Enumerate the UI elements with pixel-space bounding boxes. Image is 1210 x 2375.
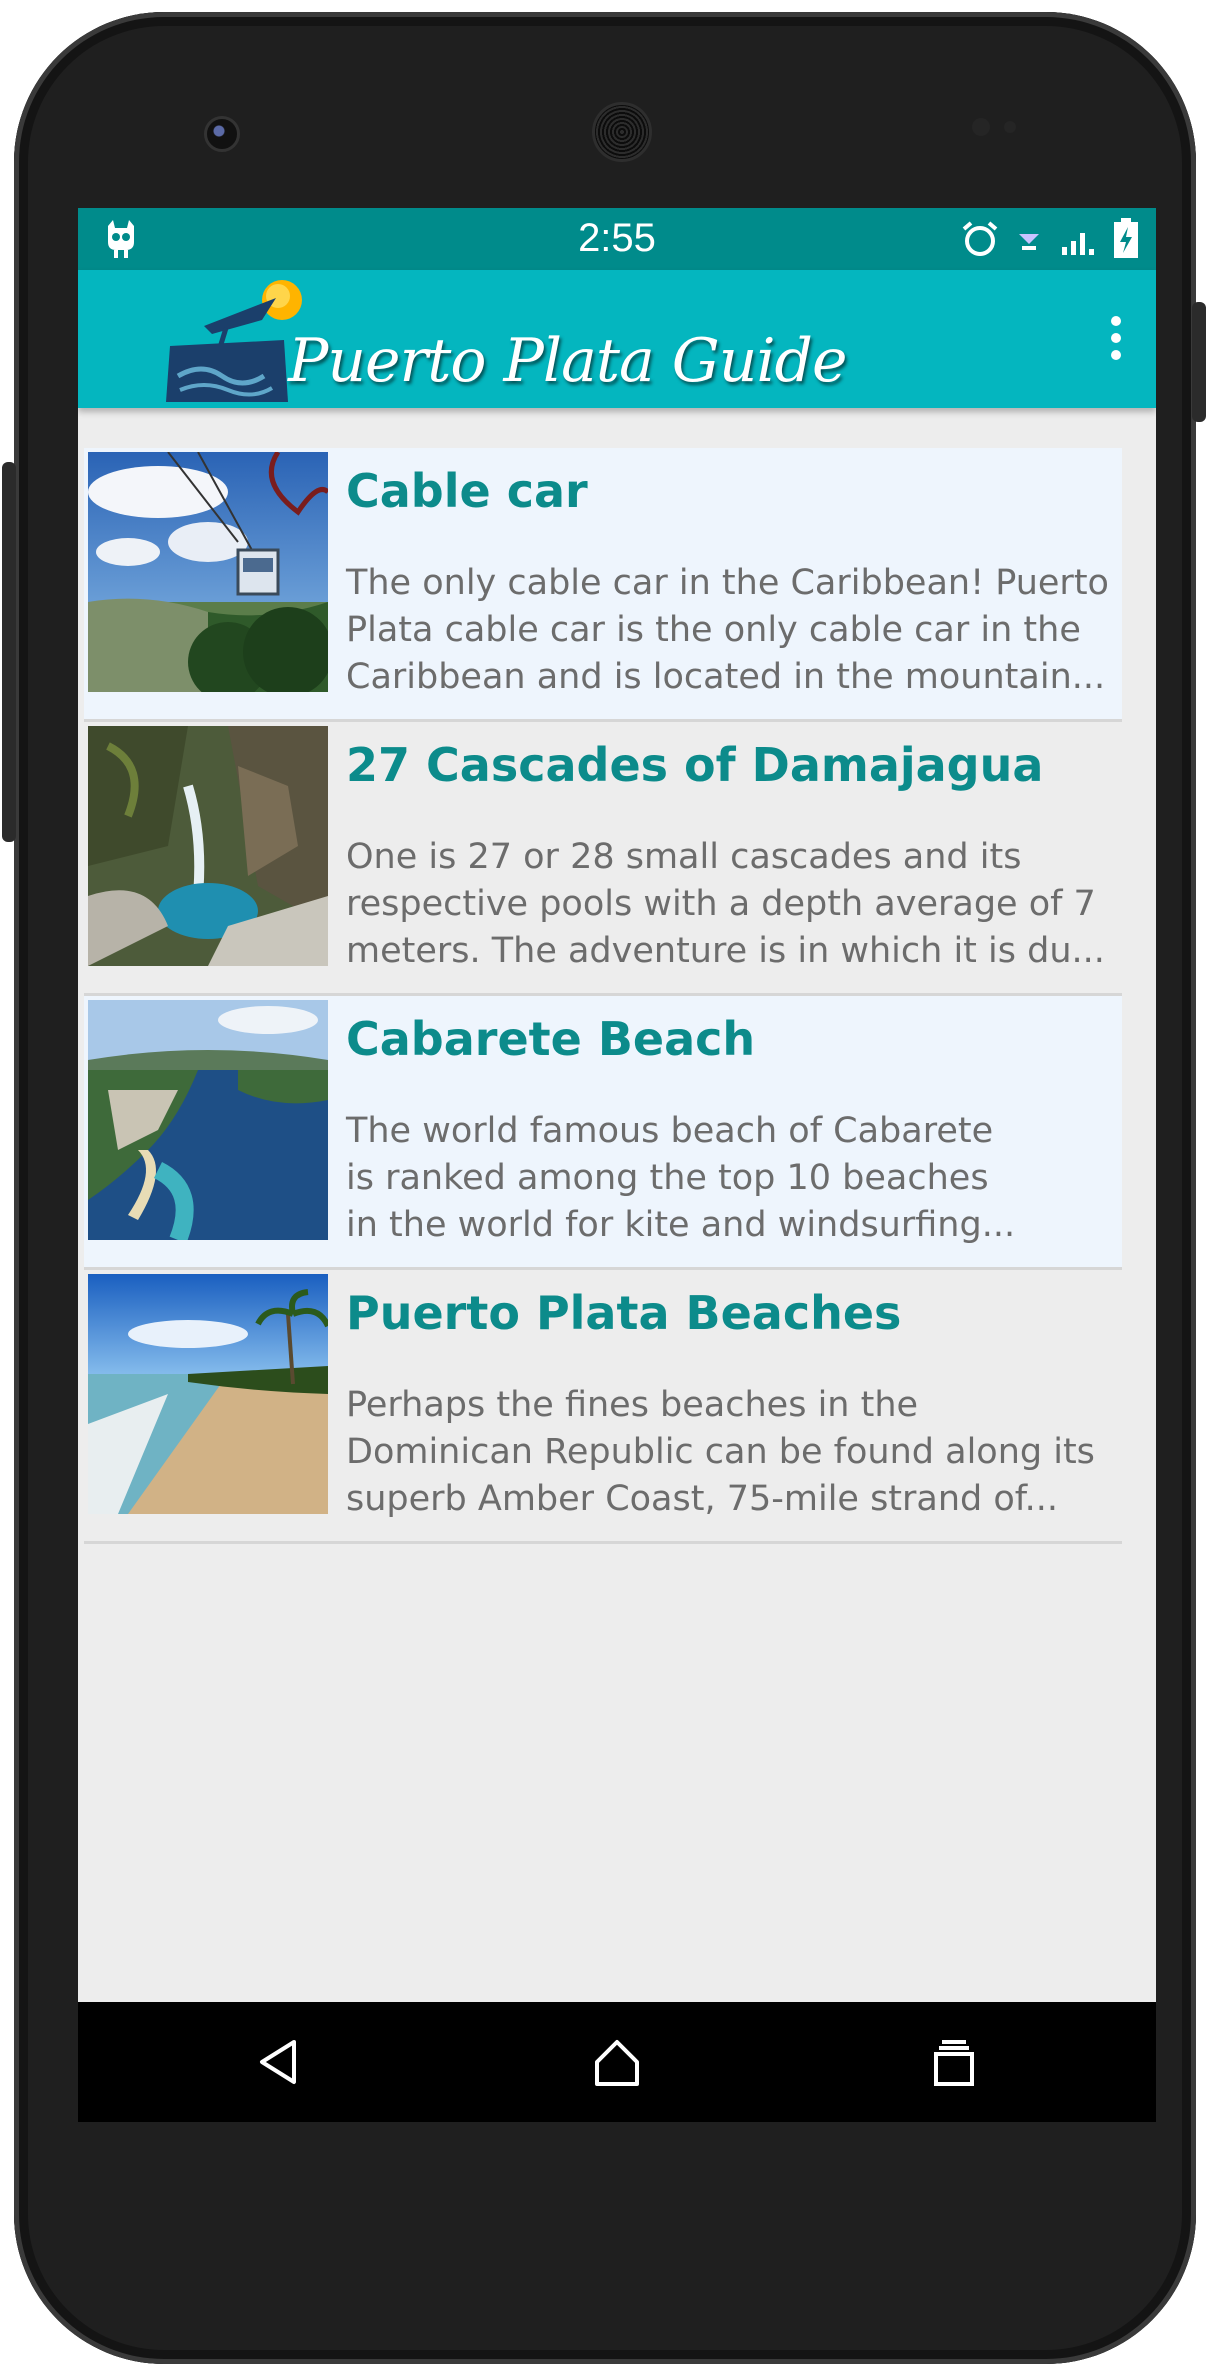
list-item[interactable]: Cabarete Beach The world famous beach of…	[84, 996, 1122, 1270]
list-item[interactable]: 27 Cascades of Damajagua One is 27 or 28…	[84, 722, 1122, 996]
item-description: The world famous beach of Cabarete is ra…	[346, 1111, 1016, 1245]
list-item[interactable]: Cable car The only cable car in the Cari…	[84, 448, 1122, 722]
item-title: Cabarete Beach	[346, 1012, 756, 1066]
app-title: Puerto Plata Guide	[288, 326, 847, 396]
coast-aerial-photo	[88, 1000, 328, 1240]
light-sensor	[1004, 121, 1016, 133]
item-description: Perhaps the fines beaches in the Dominic…	[346, 1385, 1095, 1519]
attractions-list: Cable car The only cable car in the Cari…	[84, 448, 1122, 1544]
item-title: 27 Cascades of Damajagua	[346, 738, 1044, 792]
screen: 2:55 Puerto Plata Guide Cable car The on…	[78, 208, 1156, 2122]
volume-button	[2, 462, 16, 842]
item-description: One is 27 or 28 small cascades and its r…	[346, 837, 1105, 971]
recents-icon[interactable]	[924, 2032, 984, 2092]
phone-frame: 2:55 Puerto Plata Guide Cable car The on…	[2, 12, 1206, 2364]
home-icon[interactable]	[587, 2032, 647, 2092]
cable-car-photo	[88, 452, 328, 692]
more-vertical-icon[interactable]	[1096, 310, 1136, 366]
app-logo: Puerto Plata Guide	[164, 276, 847, 404]
vpn-key-icon	[1019, 234, 1039, 250]
navigation-bar	[78, 2002, 1156, 2122]
sandy-beach-photo	[88, 1274, 328, 1514]
proximity-sensor	[972, 118, 990, 136]
signal-icon	[1062, 233, 1094, 255]
back-icon[interactable]	[250, 2032, 310, 2092]
list-item[interactable]: Puerto Plata Beaches Perhaps the fines b…	[84, 1270, 1122, 1544]
front-camera	[204, 116, 240, 152]
item-title: Cable car	[346, 464, 588, 518]
earpiece-speaker	[592, 102, 652, 162]
power-button	[1192, 302, 1206, 422]
alarm-icon	[962, 221, 998, 256]
status-bar: 2:55	[78, 208, 1156, 270]
waterfall-photo	[88, 726, 328, 966]
battery-charging-icon	[1114, 218, 1138, 258]
app-toolbar: Puerto Plata Guide	[78, 270, 1156, 408]
item-title: Puerto Plata Beaches	[346, 1286, 902, 1340]
item-description: The only cable car in the Caribbean! Pue…	[346, 563, 1109, 697]
status-icons	[960, 216, 1140, 262]
